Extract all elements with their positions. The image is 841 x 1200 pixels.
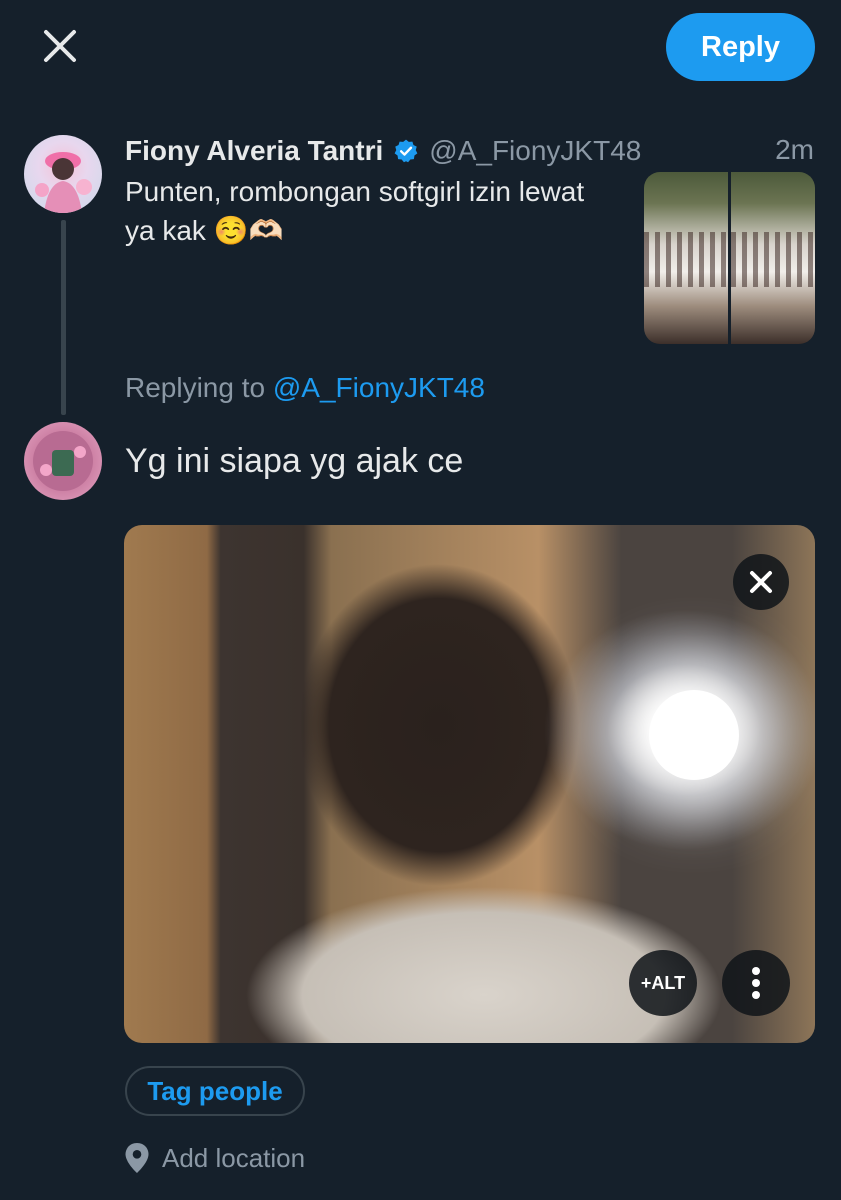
replying-handle[interactable]: @A_FionyJKT48 (273, 372, 485, 403)
more-vertical-icon (752, 967, 760, 999)
tweet-text-line: ya kak ☺️🫶🏻 (125, 215, 284, 246)
replying-to: Replying to @A_FionyJKT48 (125, 372, 485, 404)
alt-text-button[interactable]: +ALT (629, 950, 697, 1016)
remove-media-button[interactable] (733, 554, 789, 610)
tweet-header: Fiony Alveria Tantri @A_FionyJKT48 (125, 134, 641, 168)
tweet-time: 2m (775, 134, 814, 165)
avatar-image (35, 152, 92, 213)
close-icon (44, 30, 76, 62)
media-photo (731, 172, 815, 344)
add-location-label: Add location (162, 1142, 306, 1173)
author-avatar[interactable] (24, 135, 102, 213)
reply-button[interactable]: Reply (666, 13, 815, 81)
close-button[interactable] (30, 24, 90, 68)
tweet-media-thumbnail[interactable] (644, 172, 815, 344)
author-name: Fiony Alveria Tantri (125, 135, 384, 166)
location-pin-icon (125, 1143, 149, 1173)
compose-text-input[interactable]: Yg ini siapa yg ajak ce (125, 442, 463, 481)
top-bar: Reply (0, 0, 841, 100)
close-icon (750, 571, 772, 593)
replying-prefix: Replying to (125, 372, 266, 403)
tweet-text-line: Punten, rombongan softgirl izin lewat (125, 176, 585, 207)
user-avatar[interactable] (24, 422, 102, 500)
attached-media[interactable] (124, 525, 815, 1043)
tweet-text: Punten, rombongan softgirl izin lewat ya… (125, 172, 625, 250)
flash-glare (649, 690, 739, 780)
media-more-button[interactable] (722, 950, 790, 1016)
verified-badge-icon (394, 139, 418, 163)
tag-people-button[interactable]: Tag people (125, 1066, 305, 1116)
thread-line (61, 220, 66, 415)
avatar-image (33, 431, 93, 491)
author-handle: @A_FionyJKT48 (429, 135, 642, 166)
media-photo (644, 172, 728, 344)
add-location-button[interactable]: Add location (124, 1140, 305, 1176)
